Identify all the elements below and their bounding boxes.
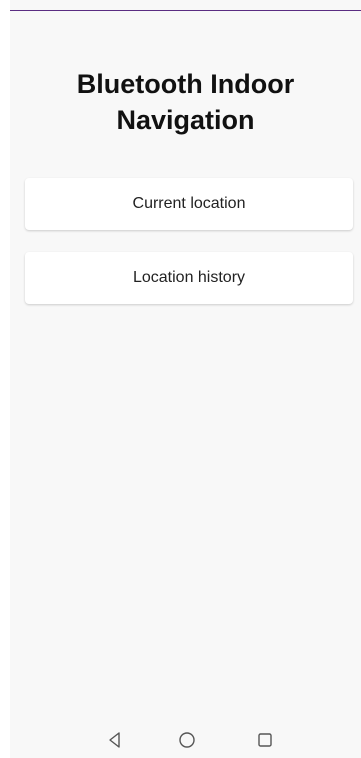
back-icon[interactable] bbox=[105, 730, 125, 750]
system-navigation-bar bbox=[10, 722, 361, 758]
location-history-label: Location history bbox=[132, 269, 246, 286]
current-location-label: Current location bbox=[132, 195, 246, 212]
current-location-button[interactable]: Current location bbox=[25, 178, 353, 230]
page-title: Bluetooth Indoor Navigation bbox=[76, 69, 295, 135]
home-icon[interactable] bbox=[177, 730, 197, 750]
top-accent-bar bbox=[10, 10, 361, 11]
recents-icon[interactable] bbox=[255, 730, 275, 750]
app-screen: Bluetooth Indoor Navigation Current loca… bbox=[10, 0, 361, 758]
location-history-button[interactable]: Location history bbox=[25, 252, 353, 304]
